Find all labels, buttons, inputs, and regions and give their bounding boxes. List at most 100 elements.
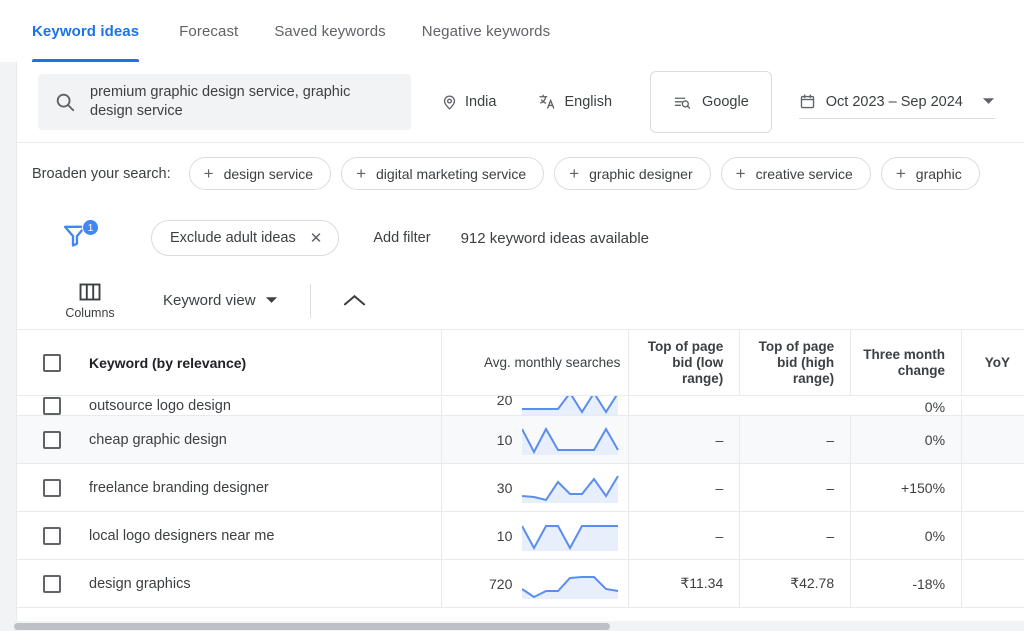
columns-icon xyxy=(79,283,101,300)
row-bid-low-value: ₹11.34 xyxy=(680,575,724,591)
tab-label: Forecast xyxy=(179,22,239,40)
chevron-down-icon xyxy=(982,98,994,104)
row-keyword-cell: local logo designers near me xyxy=(17,512,442,559)
broaden-chip-graphic-designer[interactable]: + graphic designer xyxy=(554,157,711,190)
row-avg-searches-cell: 20 xyxy=(442,396,630,415)
header-bid-low-cell[interactable]: Top of page bid (low range) xyxy=(629,330,741,395)
chip-label: graphic designer xyxy=(589,165,693,182)
plus-icon: + xyxy=(895,164,906,183)
horizontal-scrollbar[interactable] xyxy=(0,621,1024,631)
tab-label: Saved keywords xyxy=(274,22,386,40)
row-bid-high-cell: – xyxy=(740,416,852,463)
tab-keyword-ideas[interactable]: Keyword ideas xyxy=(32,0,161,62)
chip-label: design service xyxy=(223,165,314,182)
row-checkbox[interactable] xyxy=(43,397,61,415)
row-three-month-change-value: 0% xyxy=(924,399,946,415)
table-row[interactable]: cheap graphic design 10 – – 0% xyxy=(17,416,1024,464)
header-yoy-cell[interactable]: YoY xyxy=(962,330,1024,395)
add-filter-button[interactable]: Add filter xyxy=(373,230,430,246)
columns-button[interactable]: Columns xyxy=(61,282,119,320)
header-keyword-label: Keyword (by relevance) xyxy=(89,354,247,371)
row-bid-high-cell: ₹42.78 xyxy=(740,560,852,607)
header-yoy-label: YoY xyxy=(984,354,1010,370)
tab-saved-keywords[interactable]: Saved keywords xyxy=(256,0,403,62)
plus-icon: + xyxy=(735,164,746,183)
broaden-chip-digital-marketing-service[interactable]: + digital marketing service xyxy=(341,157,545,190)
table-row[interactable]: freelance branding designer 30 – – +150% xyxy=(17,464,1024,512)
scrollbar-thumb[interactable] xyxy=(14,623,610,630)
date-range-selector[interactable]: Oct 2023 – Sep 2024 xyxy=(798,85,995,119)
chip-label: graphic xyxy=(915,165,962,182)
tab-label: Keyword ideas xyxy=(32,22,140,40)
keyword-view-dropdown[interactable]: Keyword view xyxy=(163,292,278,309)
tab-forecast[interactable]: Forecast xyxy=(161,0,256,62)
broaden-chip-graphic[interactable]: + graphic xyxy=(880,157,980,190)
calendar-icon xyxy=(800,94,814,109)
content-card: premium graphic design service, graphic … xyxy=(16,62,1024,631)
keyword-view-label: Keyword view xyxy=(163,292,256,309)
row-keyword-text: cheap graphic design xyxy=(89,431,227,448)
header-keyword-cell: Keyword (by relevance) xyxy=(17,330,442,395)
keyword-search-input[interactable]: premium graphic design service, graphic … xyxy=(38,74,411,130)
row-three-month-change-cell: 0% xyxy=(851,416,963,463)
header-bid-high-cell[interactable]: Top of page bid (high range) xyxy=(740,330,852,395)
row-checkbox[interactable] xyxy=(43,478,61,497)
row-bid-high-value: – xyxy=(826,479,835,496)
table-toolbar: Columns Keyword view xyxy=(17,272,1024,330)
language-selector[interactable]: English xyxy=(538,93,612,111)
broaden-chip-creative-service[interactable]: + creative service xyxy=(720,157,871,190)
row-avg-searches-value: 10 xyxy=(496,527,513,544)
header-bid-high-label: Top of page bid (high range) xyxy=(758,338,835,386)
sparkline-chart xyxy=(522,426,620,455)
row-yoy-cell xyxy=(962,464,1024,511)
header-three-month-change-cell[interactable]: Three month change xyxy=(851,330,963,395)
row-avg-searches-value: 720 xyxy=(489,575,513,592)
table-row[interactable]: local logo designers near me 10 – – 0% xyxy=(17,512,1024,560)
row-checkbox[interactable] xyxy=(43,430,61,449)
chevron-up-icon[interactable] xyxy=(342,293,367,308)
network-selector-button[interactable]: Google xyxy=(650,71,772,133)
row-avg-searches-cell: 30 xyxy=(442,464,630,511)
row-three-month-change-value: +150% xyxy=(901,479,946,496)
plus-icon: + xyxy=(569,164,580,183)
tab-negative-keywords[interactable]: Negative keywords xyxy=(404,0,568,62)
close-icon[interactable]: ✕ xyxy=(310,231,323,246)
row-bid-low-value: – xyxy=(715,479,724,496)
row-checkbox[interactable] xyxy=(43,574,61,593)
plus-icon: + xyxy=(356,164,367,183)
row-avg-searches-cell: 10 xyxy=(442,512,630,559)
filter-funnel-button[interactable]: 1 xyxy=(61,219,99,255)
row-bid-high-value: ₹42.78 xyxy=(790,575,835,591)
columns-label: Columns xyxy=(65,305,115,320)
row-keyword-cell: freelance branding designer xyxy=(17,464,442,511)
location-selector[interactable]: India xyxy=(441,94,496,111)
table-row[interactable]: outsource logo design 20 0% xyxy=(17,396,1024,416)
row-bid-low-cell: – xyxy=(629,416,741,463)
row-bid-low-value: – xyxy=(715,527,724,544)
row-yoy-cell xyxy=(962,416,1024,463)
row-bid-high-cell: – xyxy=(740,464,852,511)
location-label: India xyxy=(465,94,497,110)
keyword-ideas-table: Keyword (by relevance) Avg. monthly sear… xyxy=(17,330,1024,608)
search-icon xyxy=(56,93,75,112)
row-checkbox[interactable] xyxy=(43,526,61,545)
select-all-checkbox[interactable] xyxy=(43,353,61,372)
table-header-row: Keyword (by relevance) Avg. monthly sear… xyxy=(17,330,1024,396)
broaden-chip-design-service[interactable]: + design service xyxy=(188,157,332,190)
row-three-month-change-cell: +150% xyxy=(851,464,963,511)
row-keyword-text: freelance branding designer xyxy=(89,479,269,496)
row-bid-high-cell: – xyxy=(740,512,852,559)
header-avg-searches-cell[interactable]: Avg. monthly searches xyxy=(442,330,630,395)
badge-count: 1 xyxy=(87,221,94,234)
plus-icon: + xyxy=(203,164,214,183)
active-filter-chip-exclude-adult-ideas[interactable]: Exclude adult ideas ✕ xyxy=(151,220,340,256)
row-bid-low-cell: – xyxy=(629,464,741,511)
row-bid-high-value: – xyxy=(826,431,835,448)
tab-label: Negative keywords xyxy=(421,22,551,40)
table-row[interactable]: design graphics 720 ₹11.34 ₹42.78 -18% xyxy=(17,560,1024,608)
keyword-ideas-count: 912 keyword ideas available xyxy=(460,229,650,247)
keyword-planner-page: Keyword ideas Forecast Saved keywords Ne… xyxy=(0,0,1024,631)
row-avg-searches-value: 30 xyxy=(496,479,513,496)
row-three-month-change-cell: 0% xyxy=(851,512,963,559)
row-yoy-cell xyxy=(962,512,1024,559)
